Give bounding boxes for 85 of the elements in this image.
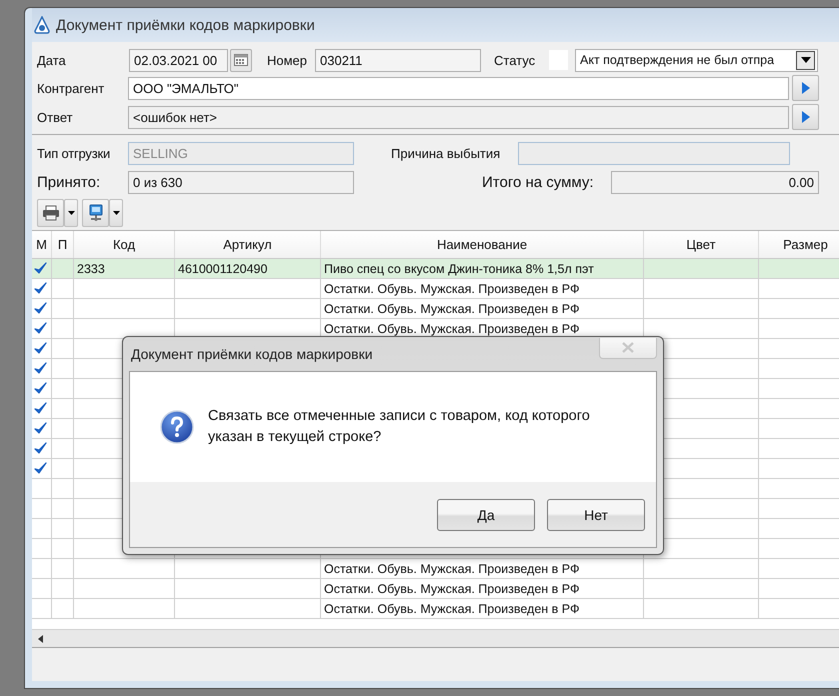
- table-cell: Остатки. Обувь. Мужская. Произведен в РФ: [321, 579, 644, 599]
- accepted-field: 0 из 630: [128, 171, 354, 194]
- field-label: Контрагент: [37, 80, 106, 96]
- caret-icon[interactable]: [68, 211, 74, 215]
- checkmark-icon: [34, 342, 47, 355]
- column-header[interactable]: Наименование: [321, 231, 644, 258]
- column-header[interactable]: М: [32, 231, 52, 258]
- date-field[interactable]: 02.03.2021 00: [129, 48, 228, 72]
- check-cell[interactable]: [32, 459, 52, 479]
- checkmark-icon: [34, 302, 47, 315]
- check-cell[interactable]: [32, 419, 52, 439]
- check-cell[interactable]: [32, 499, 52, 519]
- check-cell[interactable]: [32, 379, 52, 399]
- check-cell[interactable]: [32, 599, 52, 619]
- caret-icon[interactable]: [112, 211, 120, 215]
- computer-icon[interactable]: [86, 204, 104, 222]
- dialog-message: Связать все отмеченные записи с товаром, код которого указан в текущей строке?: [208, 407, 591, 447]
- field-label: Дата: [37, 52, 67, 68]
- check-cell[interactable]: [32, 559, 52, 579]
- dropdown-button[interactable]: [64, 199, 78, 227]
- check-cell[interactable]: [32, 399, 52, 419]
- shipment-type-field: SELLING: [128, 142, 354, 165]
- column-header[interactable]: Цвет: [644, 231, 759, 258]
- field-label: Принято:: [37, 174, 102, 191]
- number-field[interactable]: 030211: [315, 48, 481, 72]
- app-icon: [33, 16, 51, 34]
- checkmark-icon: [34, 422, 47, 435]
- field-label: Статус: [494, 52, 536, 68]
- column-header[interactable]: Код: [74, 231, 175, 258]
- dialog-button[interactable]: Нет: [547, 498, 645, 530]
- table-cell: Остатки. Обувь. Мужская. Произведен в РФ: [321, 279, 644, 299]
- checkmark-icon: [34, 402, 47, 415]
- calendar-button[interactable]: [230, 48, 252, 72]
- column-header[interactable]: П: [52, 231, 74, 258]
- play-arrow-icon[interactable]: [802, 111, 810, 123]
- checkmark-icon: [34, 322, 47, 335]
- dialog-button[interactable]: Да: [437, 498, 535, 530]
- checkmark-icon: [34, 442, 47, 455]
- play-arrow-icon[interactable]: [802, 82, 810, 94]
- table-cell: Остатки. Обувь. Мужская. Произведен в РФ: [321, 559, 644, 579]
- dialog-title: Документ приёмки кодов маркировки: [131, 346, 373, 362]
- select-button[interactable]: [792, 75, 819, 101]
- table-cell: Остатки. Обувь. Мужская. Произведен в РФ: [321, 299, 644, 319]
- total-field: 0.00: [611, 171, 819, 194]
- checkmark-icon: [34, 262, 47, 275]
- table-cell: 4610001120490: [175, 259, 321, 279]
- check-cell[interactable]: [32, 439, 52, 459]
- check-cell[interactable]: [32, 539, 52, 559]
- field-label: Итого на сумму:: [482, 174, 595, 191]
- window-title: Документ приёмки кодов маркировки: [56, 16, 315, 34]
- printer-icon[interactable]: [42, 205, 60, 221]
- check-cell[interactable]: [32, 579, 52, 599]
- table-cell: 2333: [74, 259, 175, 279]
- checkmark-icon: [34, 462, 47, 475]
- answer-field[interactable]: <ошибок нет>: [128, 106, 789, 128]
- calendar-icon[interactable]: [234, 54, 248, 66]
- check-cell[interactable]: [32, 319, 52, 339]
- field-label: Тип отгрузки: [37, 146, 112, 161]
- question-icon: [160, 410, 194, 444]
- select-button[interactable]: [792, 104, 819, 130]
- column-header[interactable]: Размер: [759, 231, 839, 258]
- field-label: Номер: [267, 52, 308, 68]
- check-cell[interactable]: [32, 299, 52, 319]
- check-cell[interactable]: [32, 279, 52, 299]
- checkmark-icon: [34, 362, 47, 375]
- checkmark-icon: [34, 382, 47, 395]
- column-header[interactable]: Артикул: [175, 231, 321, 258]
- check-cell[interactable]: [32, 519, 52, 539]
- check-cell[interactable]: [32, 479, 52, 499]
- counterparty-field[interactable]: ООО "ЭМАЛЬТО": [128, 76, 789, 100]
- check-cell[interactable]: [32, 259, 52, 279]
- field-label: Причина выбытия: [391, 146, 502, 161]
- close-icon[interactable]: [622, 342, 634, 353]
- print-button[interactable]: [37, 199, 64, 227]
- network-button[interactable]: [82, 199, 109, 227]
- check-cell[interactable]: [32, 339, 52, 359]
- field-label: Ответ: [37, 110, 74, 124]
- close-button[interactable]: [599, 338, 657, 358]
- checkmark-icon: [34, 282, 47, 295]
- check-cell[interactable]: [32, 359, 52, 379]
- status-dropdown[interactable]: Акт подтверждения не был отпра: [575, 48, 818, 72]
- dropdown-button[interactable]: [109, 199, 123, 227]
- table-cell: Остатки. Обувь. Мужская. Произведен в РФ: [321, 599, 644, 619]
- scroll-left-icon[interactable]: [38, 634, 43, 642]
- table-cell: Пиво спец со вкусом Джин-тоника 8% 1,5л пэт: [321, 259, 644, 279]
